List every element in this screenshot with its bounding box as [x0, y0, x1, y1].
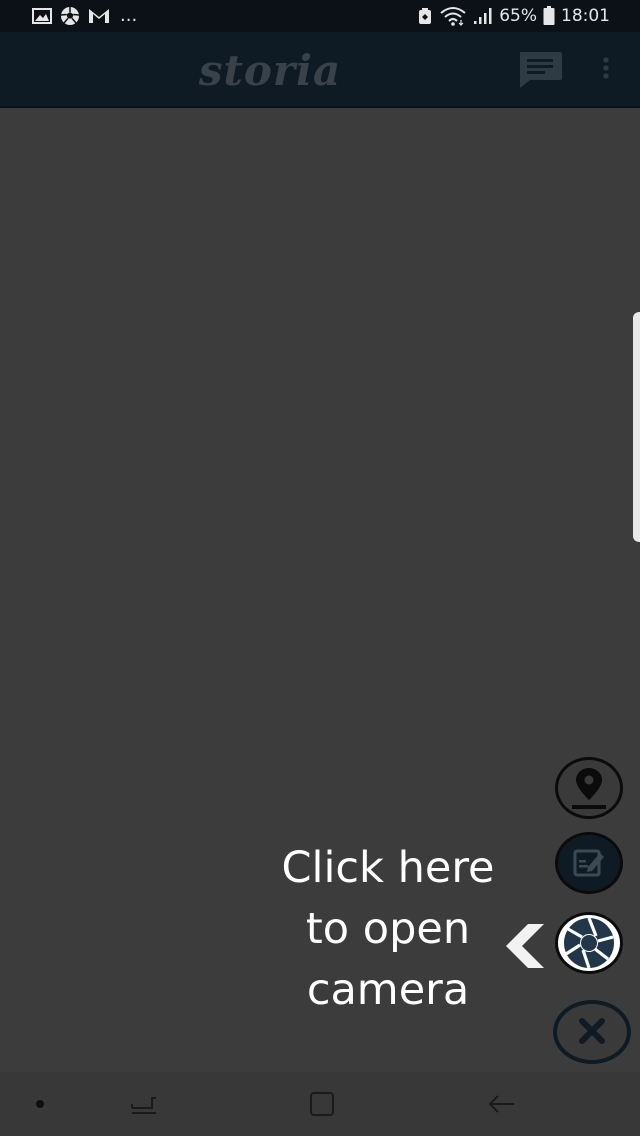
back-button[interactable] — [480, 1082, 524, 1126]
nav-dot[interactable] — [18, 1082, 62, 1126]
battery-saver-icon — [417, 7, 433, 25]
chat-icon — [516, 52, 564, 94]
system-nav-bar — [0, 1072, 640, 1136]
camera-hint-text: Click here to open camera — [262, 838, 514, 1021]
gmail-icon — [88, 8, 110, 24]
edge-panel-handle[interactable] — [633, 312, 640, 542]
chevron-left-icon — [500, 924, 550, 976]
app-logo: storia — [198, 45, 342, 95]
write-note-button[interactable] — [555, 832, 623, 894]
home-icon — [300, 1092, 344, 1130]
soccer-ball-icon — [60, 6, 80, 26]
hint-line: Click here — [281, 843, 495, 893]
home-button[interactable] — [300, 1082, 344, 1126]
open-camera-button[interactable] — [555, 912, 623, 974]
close-menu-button[interactable] — [553, 1000, 631, 1064]
system-status: 65% 18:01 — [417, 0, 610, 32]
app-screen: ... 65% 18:01 storia Click here to open … — [0, 0, 640, 1136]
recent-apps-icon — [122, 1097, 166, 1130]
hint-line: to open — [305, 904, 471, 954]
gallery-icon — [32, 8, 52, 24]
chat-button[interactable] — [516, 50, 564, 90]
clock: 18:01 — [561, 6, 610, 26]
back-icon — [480, 1095, 524, 1130]
overflow-menu-button[interactable] — [592, 52, 620, 92]
hint-line: camera — [306, 965, 470, 1015]
status-bar: ... 65% 18:01 — [0, 0, 640, 32]
signal-icon — [473, 7, 493, 25]
dot-icon — [18, 1100, 62, 1130]
battery-percent: 65% — [499, 6, 537, 26]
hint-arrow — [500, 920, 550, 972]
battery-icon — [543, 6, 555, 26]
more-notifications: ... — [120, 5, 138, 26]
location-button[interactable] — [555, 757, 623, 819]
more-vert-icon — [592, 57, 620, 96]
recent-apps-button[interactable] — [122, 1082, 166, 1126]
notification-icons: ... — [32, 0, 137, 32]
wifi-icon — [439, 6, 467, 26]
